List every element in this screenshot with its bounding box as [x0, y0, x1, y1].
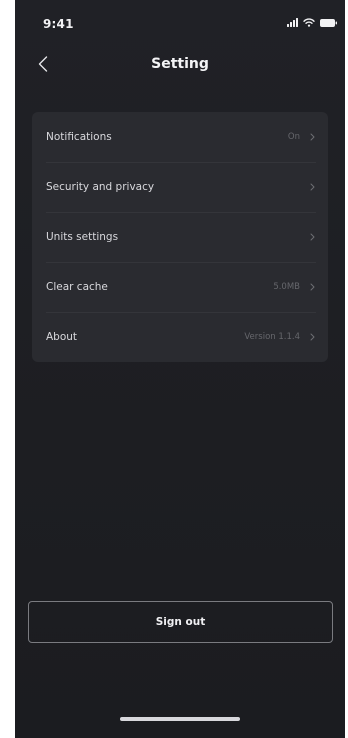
status-bar: 9:41: [15, 0, 345, 44]
signal-icon: [287, 18, 298, 27]
settings-item-label: Units settings: [46, 231, 119, 243]
chevron-right-icon: [308, 132, 316, 142]
sign-out-button[interactable]: Sign out: [28, 601, 333, 643]
settings-item-value: 5.0MB: [273, 282, 300, 292]
page-title: Setting: [151, 56, 209, 72]
settings-item-label: About: [46, 331, 78, 343]
nav-bar: Setting: [15, 44, 345, 88]
settings-item-value: On: [287, 132, 300, 142]
chevron-right-icon: [308, 182, 316, 192]
status-time: 9:41: [43, 17, 74, 31]
settings-item-security-privacy[interactable]: Security and privacy: [32, 162, 328, 212]
settings-item-label: Notifications: [46, 131, 112, 143]
settings-item-clear-cache[interactable]: Clear cache 5.0MB: [32, 262, 328, 312]
chevron-right-icon: [308, 232, 316, 242]
settings-list: Notifications On Security and privacy Un…: [32, 112, 328, 362]
settings-item-label: Security and privacy: [46, 181, 155, 193]
settings-item-label: Clear cache: [46, 281, 108, 293]
chevron-right-icon: [308, 282, 316, 292]
home-indicator: [120, 717, 240, 721]
settings-item-units[interactable]: Units settings: [32, 212, 328, 262]
settings-item-notifications[interactable]: Notifications On: [32, 112, 328, 162]
status-icons: [287, 18, 337, 27]
wifi-icon: [303, 18, 315, 27]
battery-icon: [320, 18, 337, 27]
settings-screen: 9:41 Setting Notifications On Security a…: [15, 0, 345, 738]
settings-item-value: Version 1.1.4: [244, 332, 300, 342]
chevron-right-icon: [308, 332, 316, 342]
settings-item-about[interactable]: About Version 1.1.4: [32, 312, 328, 362]
